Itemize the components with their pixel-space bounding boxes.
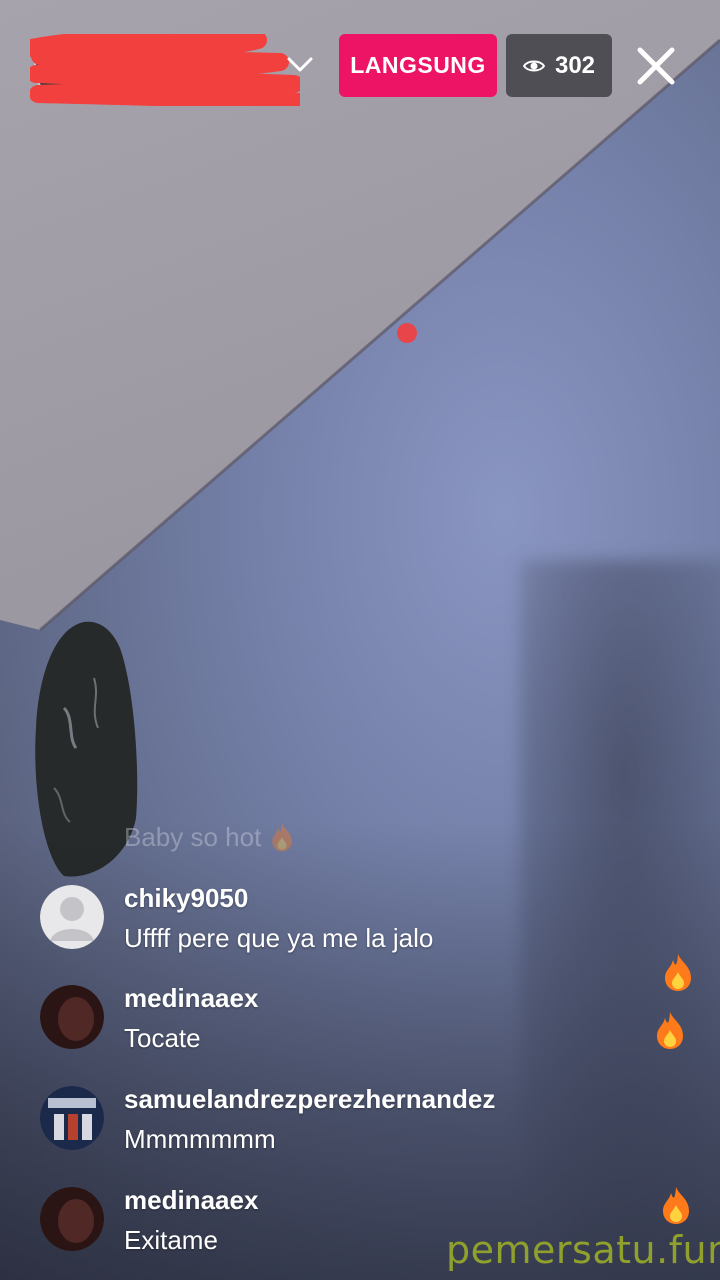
comment-text: Exitame [124, 1225, 218, 1255]
avatar[interactable] [40, 985, 104, 1049]
avatar[interactable] [40, 1086, 104, 1150]
comment-username[interactable]: medinaaex [124, 1185, 258, 1216]
comment-username[interactable]: chiky9050 [124, 883, 248, 914]
live-badge-label: LANGSUNG [350, 52, 486, 78]
avatar[interactable] [40, 885, 104, 949]
comment-text: Uffff pere que ya me la jalo [124, 923, 434, 953]
viewer-count-badge[interactable]: 302 [506, 34, 612, 97]
eye-icon [522, 60, 545, 71]
ghost-comment: Baby so hot [124, 822, 295, 853]
close-icon [637, 47, 675, 85]
top-bar: LANGSUNG 302 [0, 0, 720, 120]
comment-item[interactable]: chiky9050 Uffff pere que ya me la jalo [40, 883, 660, 957]
chevron-down-icon[interactable] [286, 50, 314, 78]
avatar[interactable] [40, 1187, 104, 1251]
comment-text: Tocate [124, 1023, 201, 1053]
flame-icon [657, 1012, 683, 1049]
flame-icon [665, 954, 691, 991]
ghost-comment-text: Baby so hot [124, 822, 262, 852]
live-stream-screen: LANGSUNG 302 Baby so hot chiky9050 Uffff… [0, 0, 720, 1280]
flame-icon [663, 1187, 689, 1224]
comment-item[interactable]: samuelandrezperezhernandez Mmmmmmm [40, 1084, 660, 1158]
flame-icon [271, 823, 292, 852]
red-dot [397, 323, 417, 343]
host-profile[interactable] [30, 34, 300, 106]
viewer-count: 302 [554, 51, 596, 79]
comment-username[interactable]: samuelandrezperezhernandez [124, 1084, 495, 1115]
close-button[interactable] [632, 42, 680, 90]
live-badge: LANGSUNG [339, 34, 497, 97]
comment-item[interactable]: medinaaex Tocate [40, 983, 660, 1057]
watermark: pemersatu.fun [446, 1228, 720, 1272]
comment-text: Mmmmmmm [124, 1124, 276, 1154]
comment-username[interactable]: medinaaex [124, 983, 258, 1014]
redaction-scribble [30, 34, 300, 106]
